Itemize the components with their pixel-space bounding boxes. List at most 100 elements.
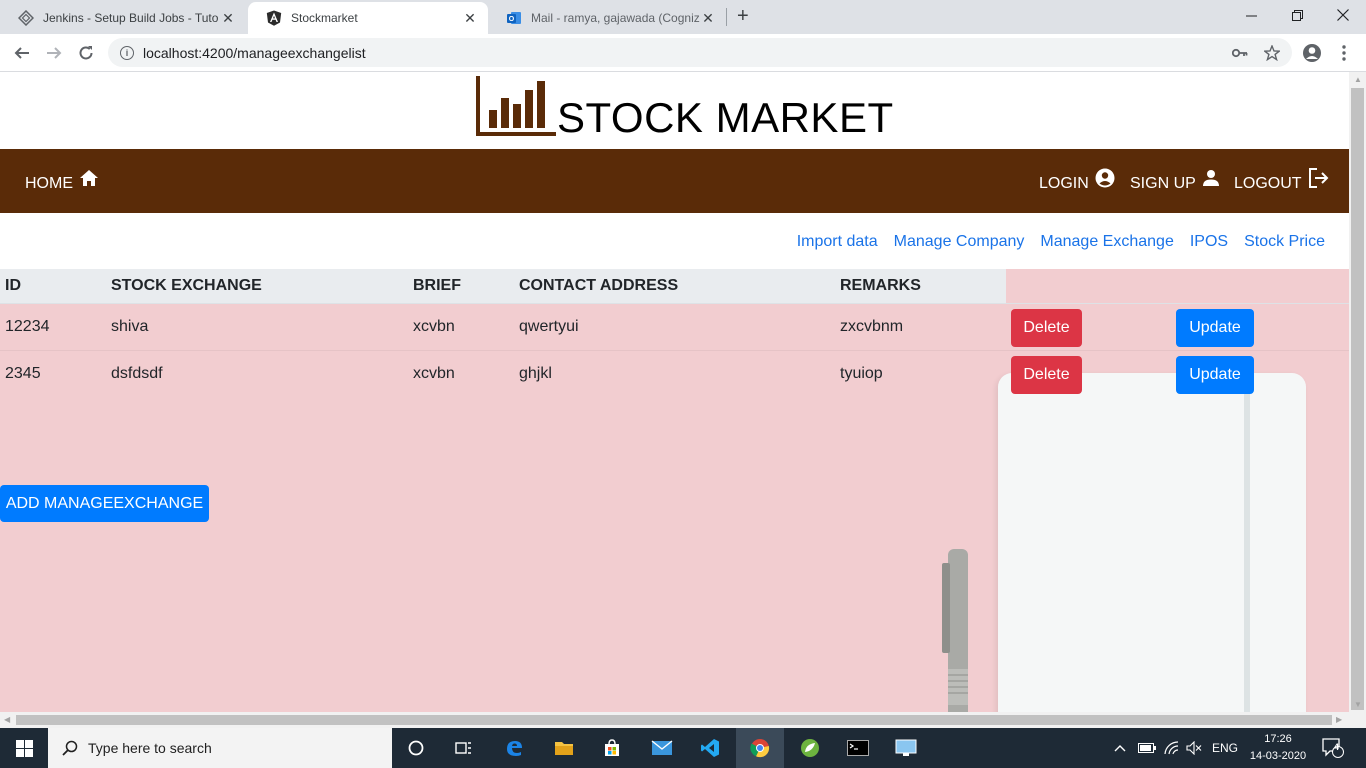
bookmark-star-icon[interactable] bbox=[1258, 38, 1286, 67]
horizontal-scrollbar[interactable]: ◀ ▶ bbox=[0, 712, 1366, 728]
windows-taskbar: Type here to search ENG 17:26 14-03-2020… bbox=[0, 728, 1366, 768]
svg-text:O: O bbox=[509, 16, 515, 23]
cortana-icon[interactable] bbox=[392, 728, 440, 768]
tab-stockmarket[interactable]: Stockmarket ✕ bbox=[248, 2, 488, 34]
link-manage-exchange[interactable]: Manage Exchange bbox=[1040, 233, 1173, 251]
browser-tab-strip: Jenkins - Setup Build Jobs - Tuto ✕ Stoc… bbox=[0, 0, 1366, 34]
url-field[interactable]: i localhost:4200/manageexchangelist bbox=[108, 38, 1292, 67]
update-button[interactable]: Update bbox=[1176, 356, 1254, 394]
back-icon[interactable] bbox=[8, 40, 36, 66]
scroll-thumb[interactable] bbox=[16, 715, 1332, 725]
tab-title: Jenkins - Setup Build Jobs - Tuto bbox=[43, 11, 219, 25]
link-ipos[interactable]: IPOS bbox=[1190, 233, 1228, 251]
close-window-icon[interactable] bbox=[1320, 0, 1366, 30]
tab-separator bbox=[726, 8, 727, 26]
nav-login-label: LOGIN bbox=[1039, 175, 1089, 192]
cell-remarks: tyuiop bbox=[835, 349, 1006, 397]
delete-button[interactable]: Delete bbox=[1011, 356, 1082, 394]
cell-exchange: shiva bbox=[106, 302, 408, 350]
cell-address: ghjkl bbox=[514, 349, 835, 397]
terminal-icon[interactable] bbox=[834, 728, 882, 768]
store-icon[interactable] bbox=[588, 728, 636, 768]
nav-logout[interactable]: LOGOUT bbox=[1234, 167, 1330, 193]
new-tab-icon[interactable]: + bbox=[737, 5, 749, 28]
task-view-icon[interactable] bbox=[440, 728, 488, 768]
show-hidden-icons[interactable] bbox=[1114, 728, 1126, 768]
file-explorer-icon[interactable] bbox=[540, 728, 588, 768]
person-icon bbox=[1196, 169, 1220, 192]
scroll-thumb[interactable] bbox=[1351, 88, 1364, 710]
system-clock[interactable]: 17:26 14-03-2020 bbox=[1248, 731, 1308, 765]
url-text: localhost:4200/manageexchangelist bbox=[143, 44, 366, 61]
site-info-icon[interactable]: i bbox=[120, 45, 134, 60]
vscode-icon[interactable] bbox=[686, 728, 734, 768]
volume-muted-icon[interactable] bbox=[1186, 728, 1202, 768]
tab-mail[interactable]: O Mail - ramya, gajawada (Cogniza ✕ bbox=[488, 2, 726, 34]
notebook-decoration bbox=[998, 373, 1306, 712]
scroll-up-icon[interactable]: ▲ bbox=[1354, 75, 1362, 84]
tab-title: Stockmarket bbox=[291, 11, 358, 25]
language-indicator[interactable]: ENG bbox=[1212, 728, 1238, 768]
link-import-data[interactable]: Import data bbox=[797, 233, 878, 251]
nav-signup-label: SIGN UP bbox=[1130, 175, 1196, 192]
cell-id: 12234 bbox=[0, 302, 106, 350]
search-icon bbox=[62, 740, 78, 756]
vertical-scrollbar[interactable]: ▲ ▼ bbox=[1349, 72, 1366, 712]
main-navbar: HOME LOGIN SIGN UP LOGOUT bbox=[0, 149, 1349, 213]
header-brief: BRIEF bbox=[408, 269, 514, 304]
reload-icon[interactable] bbox=[72, 40, 100, 66]
chrome-icon[interactable] bbox=[736, 728, 784, 768]
delete-button[interactable]: Delete bbox=[1011, 309, 1082, 347]
bar-chart-logo-icon bbox=[476, 76, 558, 141]
clock-time: 17:26 bbox=[1264, 733, 1292, 745]
restore-icon[interactable] bbox=[1274, 0, 1320, 30]
account-circle-icon bbox=[1089, 168, 1115, 193]
brand-name: STOCK MARKET bbox=[557, 94, 894, 141]
profile-icon[interactable] bbox=[1298, 38, 1326, 67]
remote-desktop-icon[interactable] bbox=[882, 728, 930, 768]
close-tab-icon[interactable]: ✕ bbox=[220, 10, 236, 27]
notification-count: 4 bbox=[1334, 742, 1340, 752]
mail-icon[interactable] bbox=[638, 728, 686, 768]
wifi-icon[interactable] bbox=[1164, 728, 1180, 768]
cell-remarks: zxcvbnm bbox=[835, 302, 1006, 350]
cell-id: 2345 bbox=[0, 349, 106, 397]
nav-login[interactable]: LOGIN bbox=[1039, 167, 1115, 193]
cell-exchange: dsfdsdf bbox=[106, 349, 408, 397]
clock-date: 14-03-2020 bbox=[1249, 750, 1307, 762]
page-viewport: STOCK MARKET HOME LOGIN SIGN UP LOGOUT I… bbox=[0, 72, 1349, 712]
close-tab-icon[interactable]: ✕ bbox=[700, 10, 716, 27]
forward-icon[interactable] bbox=[40, 40, 68, 66]
search-placeholder: Type here to search bbox=[88, 740, 212, 756]
key-icon[interactable] bbox=[1226, 38, 1254, 67]
scroll-right-icon[interactable]: ▶ bbox=[1336, 715, 1342, 724]
nav-home[interactable]: HOME bbox=[25, 167, 99, 193]
scroll-down-icon[interactable]: ▼ bbox=[1354, 700, 1362, 709]
close-tab-icon[interactable]: ✕ bbox=[462, 10, 478, 27]
add-manageexchange-button[interactable]: ADD MANAGEEXCHANGE bbox=[0, 485, 209, 522]
link-stock-price[interactable]: Stock Price bbox=[1244, 233, 1325, 251]
header-remarks: REMARKS bbox=[835, 269, 1006, 304]
scroll-left-icon[interactable]: ◀ bbox=[4, 715, 10, 724]
angular-icon bbox=[266, 10, 282, 26]
logout-icon bbox=[1302, 167, 1330, 193]
windows-start-icon[interactable] bbox=[0, 728, 48, 768]
cell-brief: xcvbn bbox=[408, 349, 514, 397]
header-contact-address: CONTACT ADDRESS bbox=[514, 269, 835, 304]
battery-icon[interactable] bbox=[1138, 728, 1156, 768]
tab-title: Mail - ramya, gajawada (Cogniza bbox=[531, 11, 700, 25]
minimize-icon[interactable] bbox=[1228, 0, 1274, 30]
link-manage-company[interactable]: Manage Company bbox=[894, 233, 1025, 251]
tab-jenkins[interactable]: Jenkins - Setup Build Jobs - Tuto ✕ bbox=[0, 2, 246, 34]
menu-icon[interactable] bbox=[1330, 38, 1358, 67]
table-header-row: ID STOCK EXCHANGE BRIEF CONTACT ADDRESS … bbox=[0, 269, 1349, 304]
home-icon bbox=[73, 169, 99, 192]
update-button[interactable]: Update bbox=[1176, 309, 1254, 347]
notification-center-icon[interactable]: 4 bbox=[1322, 728, 1344, 768]
jenkins-icon bbox=[18, 10, 34, 26]
taskbar-search-box[interactable]: Type here to search bbox=[48, 728, 392, 768]
outlook-icon: O bbox=[506, 10, 522, 26]
edge-icon[interactable] bbox=[490, 728, 538, 768]
spring-icon[interactable] bbox=[786, 728, 834, 768]
nav-signup[interactable]: SIGN UP bbox=[1130, 167, 1220, 193]
